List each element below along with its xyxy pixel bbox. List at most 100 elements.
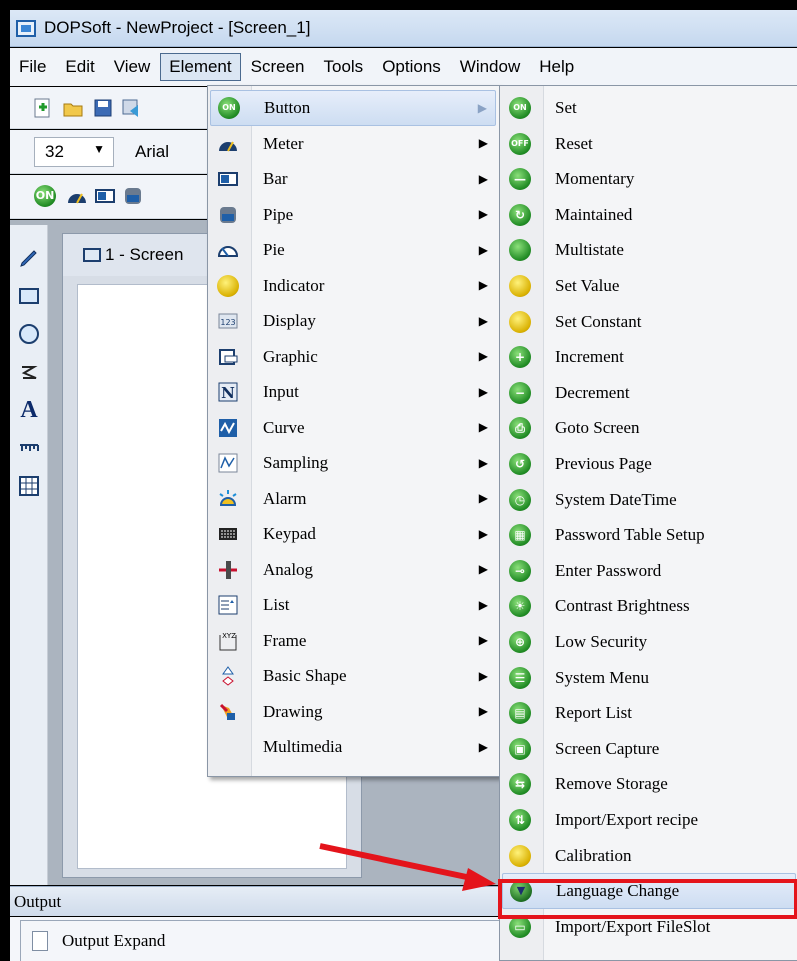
- menu-item-momentary[interactable]: — Momentary: [502, 161, 796, 197]
- on-button-icon: ON: [218, 97, 240, 119]
- contrast-brightness-icon: ☀: [509, 595, 531, 618]
- menu-item-indicator[interactable]: Indicator ▶: [210, 268, 496, 304]
- menu-item-label: Remove Storage: [555, 774, 668, 794]
- menu-item-password-table-setup[interactable]: ▦ Password Table Setup: [502, 517, 796, 553]
- keypad-icon: [217, 523, 239, 545]
- menu-item-label: Multistate: [555, 240, 624, 260]
- menu-item-set-value[interactable]: Set Value: [502, 268, 796, 304]
- menu-item-maintained[interactable]: ↻ Maintained: [502, 197, 796, 233]
- submenu-arrow-icon: ▶: [478, 739, 488, 754]
- font-size-select[interactable]: 32 ▼: [34, 137, 114, 167]
- submenu-arrow-icon: ▶: [478, 455, 488, 470]
- menu-item-label: Multimedia: [263, 737, 343, 756]
- menu-view[interactable]: View: [105, 53, 160, 81]
- menu-item-alarm[interactable]: Alarm ▶: [210, 481, 496, 517]
- text-icon[interactable]: A: [18, 398, 40, 422]
- submenu-arrow-icon: ▶: [478, 491, 488, 505]
- menu-item-screen-capture[interactable]: ▣ Screen Capture: [502, 731, 796, 767]
- menu-item-import-export-recipe[interactable]: ⇅ Import/Export recipe: [502, 802, 796, 838]
- menu-item-remove-storage[interactable]: ⇆ Remove Storage: [502, 766, 796, 802]
- menu-item-list[interactable]: List ▶: [210, 587, 496, 623]
- pipe-icon: [217, 204, 239, 226]
- menu-item-basic-shape[interactable]: Basic Shape ▶: [210, 658, 496, 694]
- analog-icon: [217, 559, 239, 581]
- menu-item-input[interactable]: N Input ▶: [210, 374, 496, 410]
- menu-edit[interactable]: Edit: [56, 53, 103, 81]
- font-toolbar: 32 ▼ Arial: [10, 130, 220, 174]
- menu-item-sampling[interactable]: Sampling ▶: [210, 445, 496, 481]
- menu-item-meter[interactable]: Meter ▶: [210, 126, 496, 162]
- open-folder-icon[interactable]: [62, 97, 84, 119]
- menu-item-multimedia[interactable]: Multimedia ▶: [210, 729, 496, 765]
- save-icon[interactable]: [92, 97, 114, 119]
- output-expand-row[interactable]: Output Expand: [32, 931, 165, 951]
- font-name-select[interactable]: Arial: [135, 142, 169, 162]
- menu-item-goto-screen[interactable]: ⎙ Goto Screen: [502, 410, 796, 446]
- menu-item-enter-password[interactable]: ⊸ Enter Password: [502, 553, 796, 589]
- submenu-arrow-icon: ▶: [478, 171, 488, 186]
- menu-item-label: Sampling: [263, 453, 329, 472]
- maintained-icon: ↻: [509, 203, 531, 226]
- menu-item-label: Report List: [555, 703, 632, 723]
- graphic-icon: [217, 346, 239, 368]
- menu-item-set-constant[interactable]: Set Constant: [502, 304, 796, 340]
- menu-item-report-list[interactable]: ▤ Report List: [502, 695, 796, 731]
- menu-item-contrast-brightness[interactable]: ☀ Contrast Brightness: [502, 588, 796, 624]
- menu-item-system-datetime[interactable]: ◷ System DateTime: [502, 482, 796, 518]
- blank-icon-slot: [217, 736, 239, 758]
- menu-tools[interactable]: Tools: [315, 53, 373, 81]
- menu-item-display[interactable]: 123 Display ▶: [210, 303, 496, 339]
- menu-item-curve[interactable]: Curve ▶: [210, 410, 496, 446]
- menu-item-increment[interactable]: + Increment: [502, 339, 796, 375]
- menu-item-drawing[interactable]: Drawing ▶: [210, 694, 496, 730]
- menu-item-decrement[interactable]: − Decrement: [502, 375, 796, 411]
- pencil-icon[interactable]: [18, 247, 40, 269]
- rectangle-icon[interactable]: [18, 285, 40, 307]
- scale-icon[interactable]: [18, 439, 40, 461]
- menu-item-reset[interactable]: OFF Reset: [502, 126, 796, 162]
- on-button-icon[interactable]: ON: [34, 185, 56, 207]
- sampling-icon: [217, 452, 239, 474]
- menu-window[interactable]: Window: [451, 53, 529, 81]
- import-export-fileslot-icon: ▭: [509, 915, 531, 938]
- menu-item-bar[interactable]: Bar ▶: [210, 161, 496, 197]
- menu-item-analog[interactable]: Analog ▶: [210, 552, 496, 588]
- menu-item-set[interactable]: ON Set: [502, 90, 796, 126]
- menu-item-button[interactable]: ON Button ▶: [210, 90, 496, 126]
- menu-item-graphic[interactable]: Graphic ▶: [210, 339, 496, 375]
- submenu-arrow-icon: ▶: [478, 136, 488, 150]
- menu-item-pie[interactable]: Pie ▶: [210, 232, 496, 268]
- display-icon: 123: [217, 310, 239, 332]
- curve-icon: [217, 417, 239, 439]
- menu-item-keypad[interactable]: Keypad ▶: [210, 516, 496, 552]
- menu-file[interactable]: File: [10, 53, 55, 81]
- decrement-icon: −: [509, 381, 531, 404]
- menu-help[interactable]: Help: [530, 53, 583, 81]
- menu-item-previous-page[interactable]: ↺ Previous Page: [502, 446, 796, 482]
- menu-item-label: Set Value: [555, 276, 620, 295]
- multistate-icon: [509, 239, 531, 262]
- circle-icon[interactable]: [18, 323, 40, 345]
- menu-item-low-security[interactable]: ⊕ Low Security: [502, 624, 796, 660]
- chevron-down-icon: ▼: [93, 142, 105, 156]
- menu-item-label: System DateTime: [555, 489, 677, 509]
- menu-element[interactable]: Element: [160, 53, 241, 81]
- menu-item-system-menu[interactable]: ☰ System Menu: [502, 660, 796, 696]
- new-file-icon[interactable]: [32, 97, 54, 119]
- menu-item-multistate[interactable]: Multistate: [502, 232, 796, 268]
- pipe-icon[interactable]: [122, 185, 144, 207]
- save-as-icon[interactable]: [120, 97, 142, 119]
- table-icon[interactable]: [18, 475, 40, 497]
- output-expand-label: Output Expand: [62, 931, 166, 950]
- meter-icon[interactable]: [66, 185, 88, 207]
- menu-item-calibration[interactable]: Calibration: [502, 838, 796, 874]
- polyline-icon[interactable]: [18, 361, 40, 383]
- menu-item-frame[interactable]: XYZ Frame ▶: [210, 623, 496, 659]
- menu-item-label: Set Constant: [555, 311, 642, 331]
- button-submenu: ON Set OFF Reset — Momentary ↻ Maintained Multis…: [499, 85, 797, 961]
- menu-options[interactable]: Options: [373, 53, 450, 81]
- menu-screen[interactable]: Screen: [242, 53, 314, 81]
- menu-item-pipe[interactable]: Pipe ▶: [210, 197, 496, 233]
- bar-icon[interactable]: [94, 185, 116, 207]
- basic-shape-icon: [217, 665, 239, 687]
